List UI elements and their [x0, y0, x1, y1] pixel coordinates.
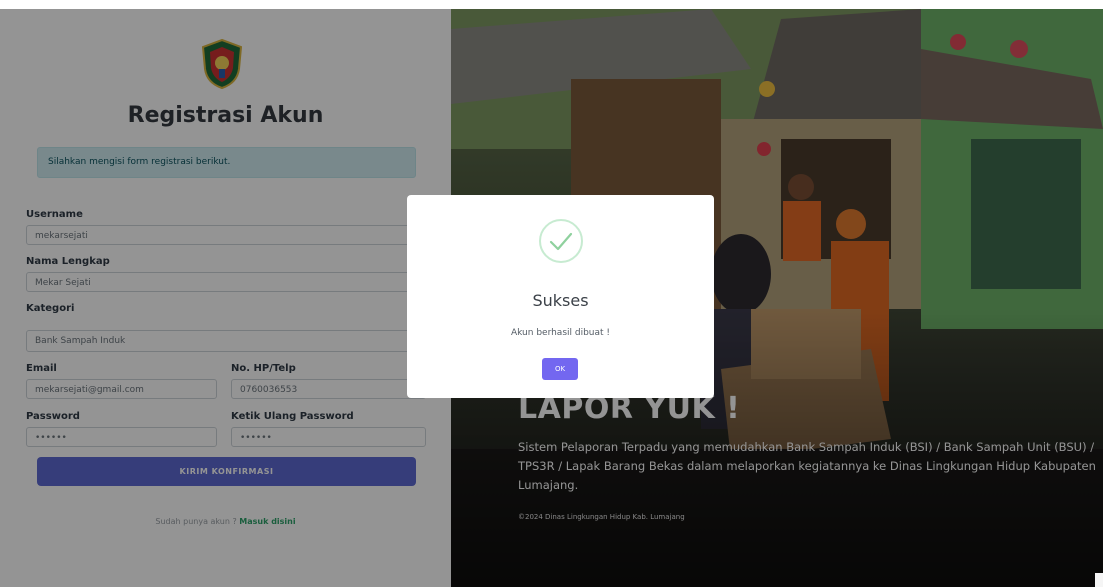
page: Registrasi Akun Silahkan mengisi form re… — [0, 9, 1103, 587]
dialog-message: Akun berhasil dibuat ! — [510, 328, 611, 338]
dialog-title: Sukses — [532, 291, 589, 310]
ok-button[interactable]: OK — [542, 358, 578, 380]
success-dialog: Sukses Akun berhasil dibuat ! OK — [407, 195, 714, 398]
success-check-icon — [539, 219, 583, 263]
corner-mark — [1095, 573, 1103, 587]
